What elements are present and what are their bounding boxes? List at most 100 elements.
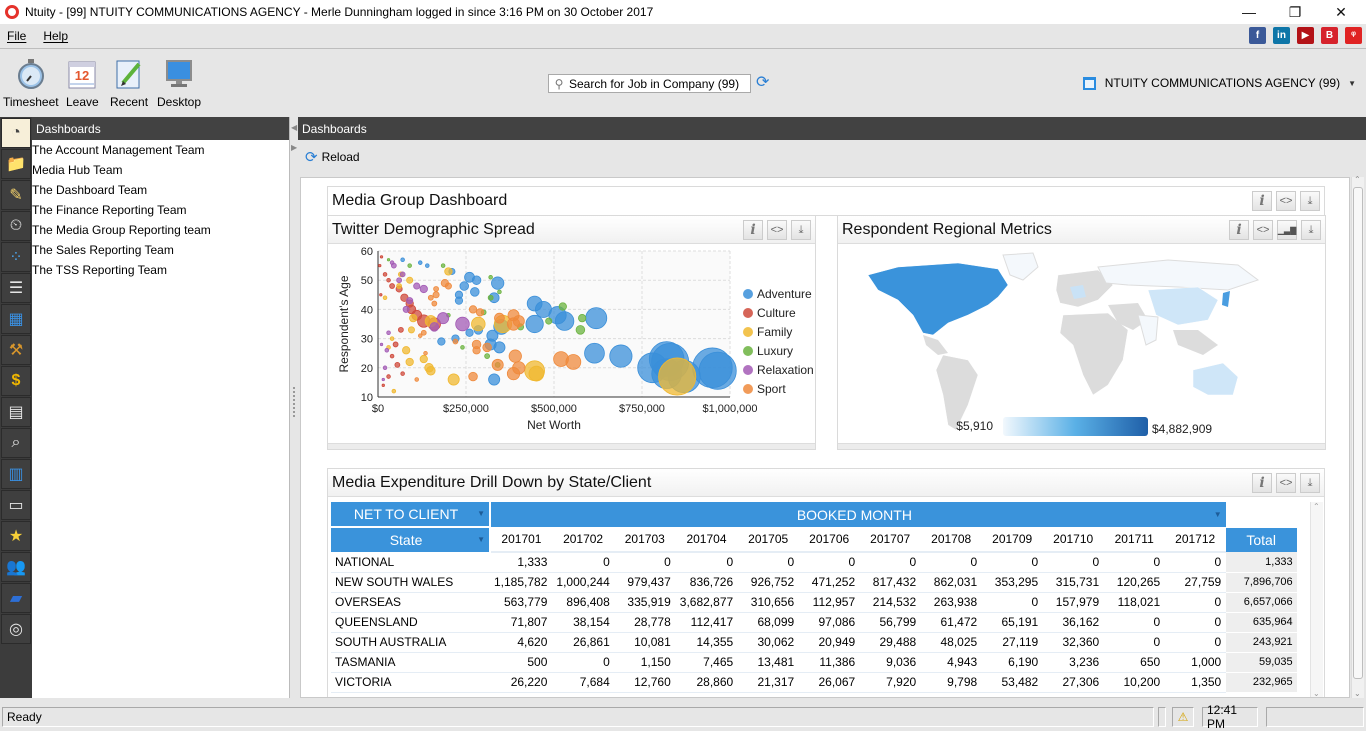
splitter-grip[interactable] bbox=[293, 387, 295, 417]
pivot-scrollbar[interactable]: ⌃ ⌄ bbox=[1310, 502, 1323, 697]
collapse-left-icon[interactable]: ◀ bbox=[291, 123, 297, 132]
column-header[interactable]: 201711 bbox=[1103, 527, 1165, 553]
star-icon[interactable]: ★ bbox=[1, 521, 31, 551]
panel-splitter[interactable]: ◀ ▶ bbox=[290, 117, 298, 698]
leave-label: Leave bbox=[66, 95, 99, 109]
calendar-clock-icon[interactable]: ⏲ bbox=[1, 211, 31, 241]
menu-file[interactable]: File bbox=[7, 29, 26, 43]
column-header[interactable]: 201702 bbox=[551, 527, 615, 553]
dashboard-team-item[interactable]: Media Hub Team bbox=[32, 160, 289, 180]
notes-edit-icon[interactable]: ✎ bbox=[1, 180, 31, 210]
table-row[interactable]: TASMANIA 500 0 1,150 7,465 13,481 11,386 9,036 4… bbox=[331, 652, 1297, 673]
users-icon[interactable]: 👥 bbox=[1, 552, 31, 582]
info-button[interactable]: i bbox=[1252, 191, 1272, 211]
scroll-thumb[interactable] bbox=[1353, 187, 1363, 679]
table-row[interactable]: QUEENSLAND 71,807 38,154 28,778 112,417 68,09… bbox=[331, 612, 1297, 633]
embed-button[interactable]: <> bbox=[767, 220, 787, 240]
table-row[interactable]: NEW SOUTH WALES 1,185,782 1,000,244 979,437… bbox=[331, 572, 1297, 593]
calendar-icon: 12 bbox=[68, 61, 96, 89]
facebook-icon[interactable]: f bbox=[1249, 27, 1266, 44]
folder-icon[interactable]: 📁 bbox=[1, 149, 31, 179]
dollar-coin-icon[interactable]: $ bbox=[1, 366, 31, 396]
timesheet-button[interactable]: Timesheet bbox=[3, 58, 59, 109]
column-header[interactable]: 201710 bbox=[1042, 527, 1104, 553]
scroll-down-icon[interactable]: ⌄ bbox=[1313, 689, 1320, 697]
dashboard-team-list: The Account Management Team Media Hub Tea… bbox=[32, 140, 289, 280]
canvas-scrollbar[interactable]: ⌃ ⌄ bbox=[1351, 175, 1364, 698]
job-search-input[interactable]: ⚲ Search for Job in Company (99) bbox=[548, 74, 751, 93]
close-button[interactable]: ✕ bbox=[1318, 0, 1364, 24]
legend-label-adventure: Adventure bbox=[757, 287, 812, 301]
minimize-button[interactable]: — bbox=[1226, 0, 1272, 24]
column-dimension-selector[interactable]: BOOKED MONTH ▼ bbox=[490, 502, 1226, 527]
column-header[interactable]: 201705 bbox=[737, 527, 799, 553]
row-dimension-selector[interactable]: State ▼ bbox=[331, 526, 491, 552]
dashboard-team-item[interactable]: The Sales Reporting Team bbox=[32, 240, 289, 260]
download-button[interactable]: ⤓ bbox=[1300, 473, 1320, 493]
table-row[interactable]: SOUTH AUSTRALIA 4,620 26,861 10,081 14,355 30… bbox=[331, 632, 1297, 653]
column-header[interactable]: 201701 bbox=[490, 527, 552, 553]
info-button[interactable]: i bbox=[1252, 473, 1272, 493]
column-header[interactable]: 201707 bbox=[859, 527, 921, 553]
list-document-icon[interactable]: ☰ bbox=[1, 273, 31, 303]
scatter-chart[interactable]: 102030405060$0 $250,000 $500,000 $750,000 $1… bbox=[328, 245, 817, 445]
report-layout-icon[interactable]: ▥ bbox=[1, 459, 31, 489]
monitor-icon bbox=[166, 60, 193, 87]
refresh-icon[interactable]: ⟳ bbox=[756, 75, 772, 91]
download-button[interactable]: ⤓ bbox=[791, 220, 811, 240]
leave-button[interactable]: 12 Leave bbox=[66, 58, 99, 109]
embed-button[interactable]: <> bbox=[1276, 191, 1296, 211]
restore-button[interactable]: ❐ bbox=[1272, 0, 1318, 24]
linkedin-icon[interactable]: in bbox=[1273, 27, 1290, 44]
info-button[interactable]: i bbox=[743, 220, 763, 240]
table-row[interactable]: VICTORIA 26,220 7,684 12,760 28,860 21,317 26,… bbox=[331, 672, 1297, 693]
table-row[interactable]: OVERSEAS 563,779 896,408 335,919 3,682,877 31… bbox=[331, 592, 1297, 613]
menu-help[interactable]: Help bbox=[43, 29, 68, 43]
dashboard-team-item[interactable]: The TSS Reporting Team bbox=[32, 260, 289, 280]
cards-icon[interactable]: ▭ bbox=[1, 490, 31, 520]
column-header[interactable]: 201703 bbox=[614, 527, 676, 553]
company-selector[interactable]: NTUITY COMMUNICATIONS AGENCY (99) ▼ bbox=[1082, 76, 1356, 90]
brand-icon[interactable]: ᵠ bbox=[1345, 27, 1362, 44]
chart-type-button[interactable]: ▁▃▇ bbox=[1277, 220, 1297, 240]
column-header[interactable]: 201712 bbox=[1164, 527, 1226, 553]
embed-button[interactable]: <> bbox=[1253, 220, 1273, 240]
column-header[interactable]: 201704 bbox=[675, 527, 738, 553]
recent-button[interactable]: Recent bbox=[110, 58, 148, 109]
download-button[interactable]: ⤓ bbox=[1300, 191, 1320, 211]
scroll-up-icon[interactable]: ⌃ bbox=[1354, 175, 1361, 184]
dashboard-gauge-icon[interactable]: ◔ bbox=[1, 118, 31, 148]
calendar-grid-icon[interactable]: ▦ bbox=[1, 304, 31, 334]
dashboard-team-item[interactable]: The Account Management Team bbox=[32, 140, 289, 160]
grid-dots-icon[interactable]: ⁘ bbox=[1, 242, 31, 272]
column-header[interactable]: 201708 bbox=[920, 527, 982, 553]
world-map[interactable]: $5,910 $4,882,909 bbox=[838, 245, 1327, 445]
table-cell: 28,860 bbox=[675, 672, 739, 693]
measure-selector[interactable]: NET TO CLIENT ▼ bbox=[331, 502, 491, 527]
pivot-column-row: State ▼ 201701 201702 201703 201704 201705 2017… bbox=[331, 526, 1297, 553]
column-header[interactable]: 201709 bbox=[981, 527, 1043, 553]
info-button[interactable]: i bbox=[1229, 220, 1249, 240]
scroll-up-icon[interactable]: ⌃ bbox=[1313, 502, 1320, 511]
dashboard-team-item[interactable]: The Media Group Reporting team bbox=[32, 220, 289, 240]
chevron-down-icon: ▼ bbox=[1213, 509, 1222, 519]
address-book-icon[interactable]: ▤ bbox=[1, 397, 31, 427]
blog-icon[interactable]: B bbox=[1321, 27, 1338, 44]
embed-button[interactable]: <> bbox=[1276, 473, 1296, 493]
youtube-icon[interactable]: ▶ bbox=[1297, 27, 1314, 44]
expand-right-icon[interactable]: ▶ bbox=[291, 143, 297, 152]
warning-icon[interactable]: ⚠ bbox=[1172, 707, 1194, 727]
table-row[interactable]: NATIONAL 1,333 0 0 0 0 0 0 0 0 0 0 0 1,333 bbox=[331, 552, 1297, 573]
desktop-button[interactable]: Desktop bbox=[157, 58, 201, 109]
column-header[interactable]: 201706 bbox=[798, 527, 860, 553]
scroll-down-icon[interactable]: ⌄ bbox=[1354, 689, 1361, 698]
book-icon[interactable]: ▰ bbox=[1, 583, 31, 613]
dashboard-team-item[interactable]: The Dashboard Team bbox=[32, 180, 289, 200]
search-document-icon[interactable]: ⌕ bbox=[1, 428, 31, 458]
dials-icon[interactable]: ◎ bbox=[1, 614, 31, 644]
tools-icon[interactable]: ⚒ bbox=[1, 335, 31, 365]
bubble-luxury bbox=[545, 317, 553, 325]
download-button[interactable]: ⤓ bbox=[1301, 220, 1321, 240]
dashboard-team-item[interactable]: The Finance Reporting Team bbox=[32, 200, 289, 220]
reload-button[interactable]: ⟳ Reload bbox=[298, 140, 1366, 173]
